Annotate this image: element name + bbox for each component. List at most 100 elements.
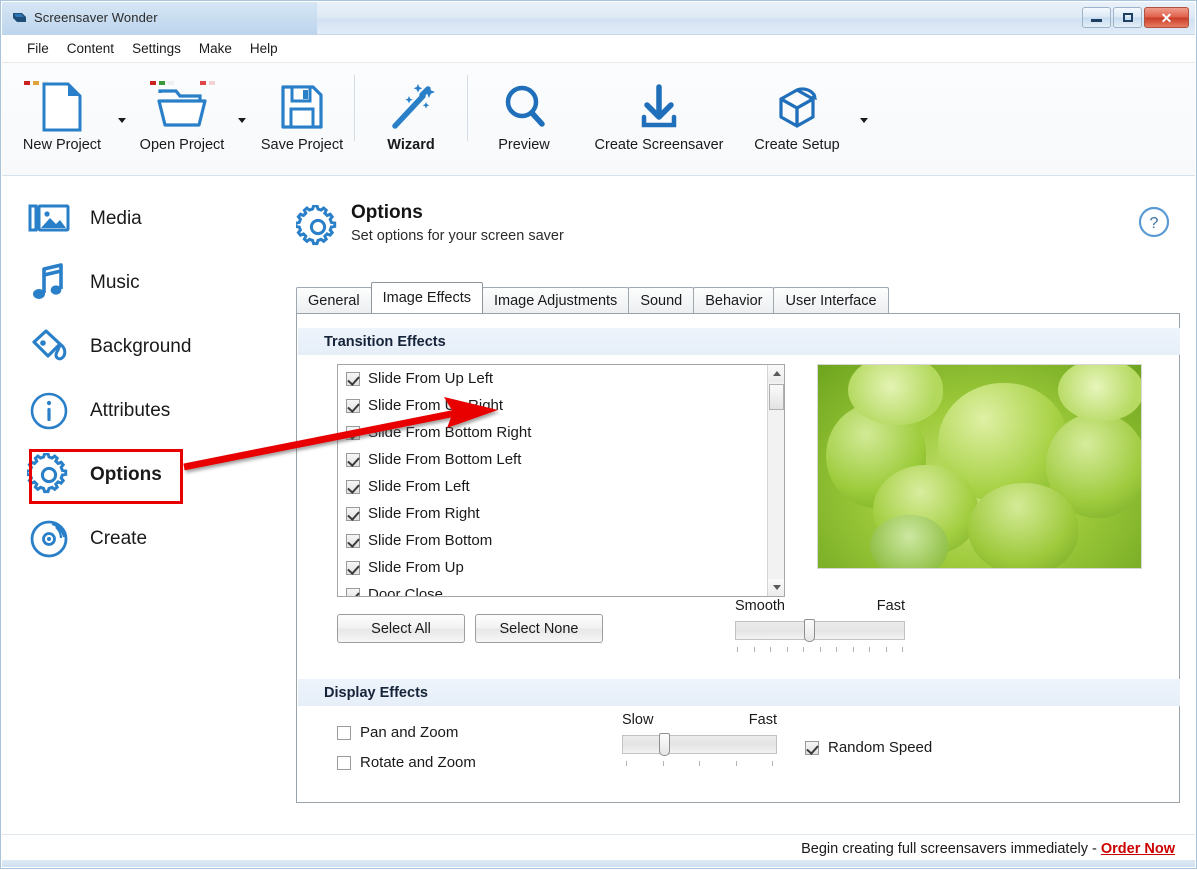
list-item[interactable]: Slide From Up Right [338, 392, 784, 419]
effect-checkbox[interactable] [346, 534, 360, 548]
new-project-label: New Project [23, 137, 101, 153]
display-speed-min-label: Slow [622, 712, 653, 728]
page-subtitle: Set options for your screen saver [351, 228, 564, 244]
create-screensaver-button[interactable]: Create Screensaver [580, 63, 738, 168]
list-item[interactable]: Slide From Right [338, 500, 784, 527]
preview-button[interactable]: Preview [468, 63, 580, 168]
tab-sound[interactable]: Sound [628, 287, 694, 313]
rotate-and-zoom-label: Rotate and Zoom [360, 754, 476, 771]
display-speed-track[interactable] [622, 735, 777, 754]
open-project-dropdown[interactable] [234, 63, 250, 168]
create-setup-label: Create Setup [754, 137, 839, 153]
menu-item-content[interactable]: Content [58, 38, 123, 59]
pan-and-zoom-checkbox[interactable] [337, 726, 351, 740]
create-setup-button[interactable]: Create Setup [738, 63, 856, 168]
display-speed-slider[interactable]: Slow Fast [622, 712, 777, 774]
close-button[interactable]: ✕ [1144, 7, 1189, 28]
menu-item-make[interactable]: Make [190, 38, 241, 59]
effect-checkbox[interactable] [346, 588, 360, 598]
open-project-button[interactable]: Open Project [130, 63, 234, 168]
paint-can-icon [26, 324, 72, 370]
svg-text:?: ? [1150, 215, 1159, 232]
sidebar-item-create[interactable]: Create [2, 507, 274, 571]
sidebar-item-music[interactable]: Music [2, 251, 274, 315]
sidebar-item-options[interactable]: Options [2, 443, 274, 507]
open-project-label: Open Project [140, 137, 225, 153]
tab-behavior[interactable]: Behavior [693, 287, 774, 313]
tab-behavior-label: Behavior [705, 293, 762, 309]
tab-image-effects[interactable]: Image Effects [371, 282, 483, 313]
sidebar-item-media[interactable]: Media [2, 187, 274, 251]
effect-checkbox[interactable] [346, 507, 360, 521]
transition-speed-thumb[interactable] [804, 619, 815, 642]
preview-label: Preview [498, 137, 550, 153]
pan-and-zoom-checkbox-row[interactable]: Pan and Zoom [337, 724, 458, 741]
new-project-dropdown[interactable] [114, 63, 130, 168]
help-circle-icon[interactable]: ? [1137, 205, 1171, 244]
rotate-and-zoom-checkbox-row[interactable]: Rotate and Zoom [337, 754, 476, 771]
chevron-down-icon [773, 585, 781, 590]
sidebar-item-create-label: Create [90, 528, 147, 550]
list-item[interactable]: Slide From Up [338, 554, 784, 581]
effect-label: Slide From Bottom [368, 532, 492, 549]
transition-speed-track[interactable] [735, 621, 905, 640]
effect-checkbox[interactable] [346, 372, 360, 386]
menu-item-help[interactable]: Help [241, 38, 287, 59]
maximize-button[interactable] [1113, 7, 1142, 28]
magnifier-icon [501, 77, 547, 137]
scroll-down-button[interactable] [768, 579, 785, 596]
display-speed-thumb[interactable] [659, 733, 670, 756]
list-item[interactable]: Slide From Bottom Right [338, 419, 784, 446]
save-project-button[interactable]: Save Project [250, 63, 354, 168]
menu-bar: File Content Settings Make Help [2, 35, 1195, 63]
sidebar-item-background[interactable]: Background [2, 315, 274, 379]
effect-label: Slide From Right [368, 505, 480, 522]
transition-speed-slider[interactable]: Smooth Fast [735, 598, 905, 660]
transition-effects-listbox[interactable]: Slide From Up Left Slide From Up Right S… [337, 364, 785, 597]
footer-text: Begin creating full screensavers immedia… [801, 841, 1175, 857]
random-speed-checkbox[interactable] [805, 741, 819, 755]
scroll-up-button[interactable] [768, 365, 785, 382]
wizard-button[interactable]: Wizard [355, 63, 467, 168]
image-effects-panel: Transition Effects Slide From Up Left Sl… [296, 313, 1180, 803]
effect-checkbox[interactable] [346, 399, 360, 413]
tab-general[interactable]: General [296, 287, 372, 313]
effect-checkbox[interactable] [346, 480, 360, 494]
scrollbar-thumb[interactable] [769, 384, 784, 410]
create-setup-dropdown[interactable] [856, 63, 872, 168]
tab-user-interface[interactable]: User Interface [773, 287, 888, 313]
list-item[interactable]: Slide From Up Left [338, 365, 784, 392]
effect-checkbox[interactable] [346, 561, 360, 575]
list-item[interactable]: Slide From Left [338, 473, 784, 500]
rotate-and-zoom-checkbox[interactable] [337, 756, 351, 770]
list-item[interactable]: Slide From Bottom Left [338, 446, 784, 473]
toolbar: New Project Open Project [2, 63, 1195, 176]
transition-effects-header: Transition Effects [298, 328, 1180, 355]
order-now-link[interactable]: Order Now [1101, 841, 1175, 857]
menu-item-settings[interactable]: Settings [123, 38, 190, 59]
list-item[interactable]: Slide From Bottom [338, 527, 784, 554]
menu-item-file[interactable]: File [18, 38, 58, 59]
disc-icon [26, 516, 72, 562]
wizard-label: Wizard [387, 137, 434, 153]
tab-general-label: General [308, 293, 360, 309]
new-project-button[interactable]: New Project [10, 63, 114, 168]
transition-effects-title: Transition Effects [324, 334, 446, 350]
content-panel: Options Set options for your screen save… [274, 177, 1195, 836]
random-speed-checkbox-row[interactable]: Random Speed [805, 739, 932, 756]
display-speed-ticks [626, 761, 773, 766]
effect-label: Slide From Left [368, 478, 470, 495]
gear-icon [26, 452, 72, 498]
effect-checkbox[interactable] [346, 426, 360, 440]
list-item[interactable]: Door Close [338, 581, 784, 597]
minimize-button[interactable] [1082, 7, 1111, 28]
sidebar-item-music-label: Music [90, 272, 140, 294]
listbox-scrollbar[interactable] [767, 365, 784, 596]
app-window: Screensaver Wonder ✕ File Content Settin… [0, 0, 1197, 869]
transition-speed-min-label: Smooth [735, 598, 785, 614]
effect-checkbox[interactable] [346, 453, 360, 467]
tab-image-adjustments[interactable]: Image Adjustments [482, 287, 629, 313]
sidebar-item-attributes[interactable]: Attributes [2, 379, 274, 443]
select-none-button[interactable]: Select None [475, 614, 603, 643]
select-all-button[interactable]: Select All [337, 614, 465, 643]
